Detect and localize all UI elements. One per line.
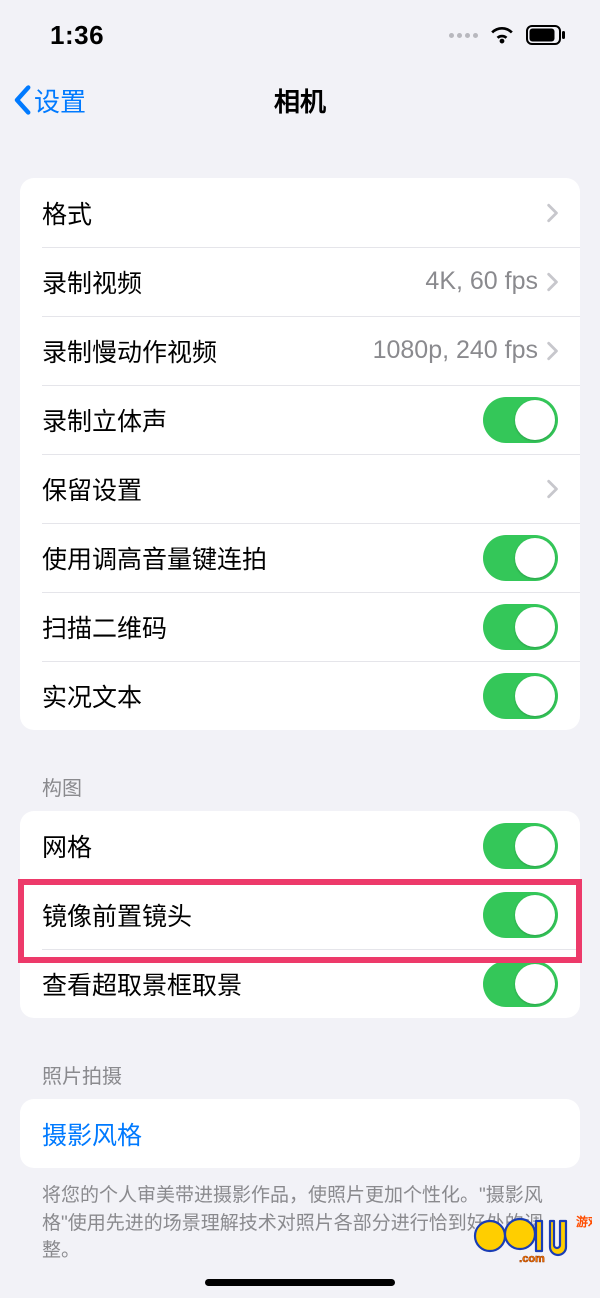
navigation-bar: 设置 相机 — [0, 70, 600, 130]
row-burst: 使用调高音量键连拍 — [20, 523, 580, 592]
row-label: 录制视频 — [42, 264, 142, 300]
svg-text:游戏: 游戏 — [576, 1214, 592, 1229]
row-live-text: 实况文本 — [20, 661, 580, 730]
section-header-photo-capture: 照片拍摄 — [42, 1060, 558, 1089]
status-bar: 1:36 — [0, 0, 600, 70]
settings-group-main: 格式 录制视频 4K, 60 fps 录制慢动作视频 1080p, 240 fp… — [20, 178, 580, 730]
section-header-composition: 构图 — [42, 772, 558, 801]
row-label: 扫描二维码 — [42, 609, 167, 645]
row-label: 录制慢动作视频 — [42, 333, 217, 369]
home-indicator[interactable] — [205, 1279, 395, 1286]
cellular-icon — [449, 33, 478, 38]
wifi-icon — [488, 24, 516, 46]
row-record-video[interactable]: 录制视频 4K, 60 fps — [20, 247, 580, 316]
battery-icon — [526, 25, 566, 45]
row-preserve[interactable]: 保留设置 — [20, 454, 580, 523]
chevron-left-icon — [12, 85, 32, 115]
status-time: 1:36 — [50, 20, 104, 51]
row-mirror-front: 镜像前置镜头 — [20, 880, 580, 949]
row-label: 实况文本 — [42, 678, 142, 714]
grid-toggle[interactable] — [483, 823, 558, 869]
row-detail: 4K, 60 fps — [425, 267, 538, 296]
row-qr: 扫描二维码 — [20, 592, 580, 661]
settings-group-composition: 网格 镜像前置镜头 查看超取景框取景 — [20, 811, 580, 1018]
row-formats[interactable]: 格式 — [20, 178, 580, 247]
chevron-right-icon — [546, 479, 558, 499]
live-text-toggle[interactable] — [483, 673, 558, 719]
chevron-right-icon — [546, 341, 558, 361]
svg-text:.com: .com — [519, 1253, 545, 1265]
row-grid: 网格 — [20, 811, 580, 880]
row-label: 录制立体声 — [42, 402, 167, 438]
watermark-logo: .com 游戏 — [472, 1204, 592, 1268]
settings-group-photo-capture: 摄影风格 — [20, 1099, 580, 1168]
row-label: 网格 — [42, 828, 92, 864]
burst-toggle[interactable] — [483, 535, 558, 581]
stereo-toggle[interactable] — [483, 397, 558, 443]
back-button[interactable]: 设置 — [12, 82, 86, 119]
row-view-outside: 查看超取景框取景 — [20, 949, 580, 1018]
row-label: 使用调高音量键连拍 — [42, 540, 267, 576]
row-label: 查看超取景框取景 — [42, 966, 242, 1002]
mirror-front-toggle[interactable] — [483, 892, 558, 938]
page-title: 相机 — [0, 82, 600, 119]
chevron-right-icon — [546, 272, 558, 292]
row-label: 镜像前置镜头 — [42, 897, 192, 933]
row-photographic-styles[interactable]: 摄影风格 — [20, 1099, 580, 1168]
view-outside-toggle[interactable] — [483, 961, 558, 1007]
row-label: 保留设置 — [42, 471, 142, 507]
row-stereo: 录制立体声 — [20, 385, 580, 454]
back-label: 设置 — [34, 82, 86, 119]
status-right — [449, 24, 566, 46]
row-label: 摄影风格 — [42, 1116, 142, 1152]
chevron-right-icon — [546, 203, 558, 223]
row-label: 格式 — [42, 195, 92, 231]
qr-toggle[interactable] — [483, 604, 558, 650]
row-detail: 1080p, 240 fps — [373, 336, 538, 365]
row-record-slowmo[interactable]: 录制慢动作视频 1080p, 240 fps — [20, 316, 580, 385]
